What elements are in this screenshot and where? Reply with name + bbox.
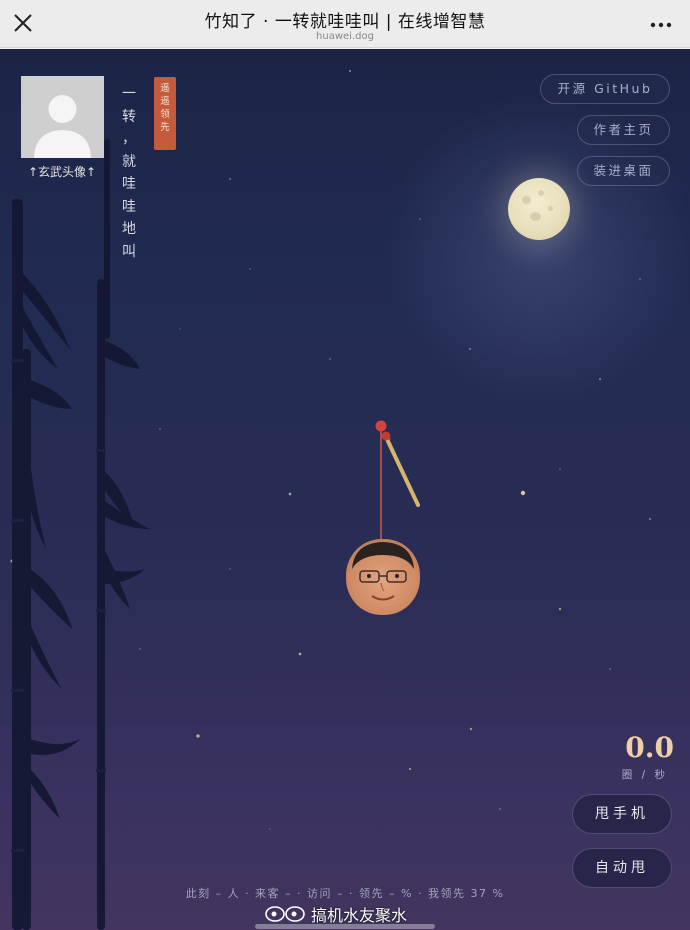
more-icon[interactable] [648, 12, 674, 34]
page-domain: huawei.dog [316, 31, 374, 42]
lead-badge-char: 遥 [160, 83, 170, 94]
add-to-desktop-button[interactable]: 装进桌面 [577, 156, 670, 186]
tagline-char: 叫 [122, 243, 136, 260]
home-indicator [255, 924, 435, 929]
tagline-char: 转 [122, 108, 136, 125]
lead-badge-char: 遥 [160, 96, 170, 107]
tagline-char: 哇 [122, 198, 136, 215]
shake-phone-button[interactable]: 甩手机 [572, 794, 672, 834]
match-stick [384, 435, 420, 507]
lead-badge-char: 领 [160, 109, 170, 120]
visitor-stats: 此刻 – 人 · 来客 – · 访问 – · 领先 – % · 我领先 37 % [185, 887, 505, 900]
tagline-char: 哇 [122, 176, 136, 192]
moon [508, 178, 570, 240]
avatar-label: ↑玄武头像↑ [27, 165, 97, 179]
avatar[interactable] [21, 76, 104, 158]
open-source-github-button[interactable]: 开源 GitHub [540, 74, 670, 104]
watermark-text: 搞机水友聚水 [311, 906, 408, 925]
lead-badge: 遥 遥 领 先 [154, 77, 176, 150]
tagline-char: ， [122, 131, 136, 147]
weibo-logo-icon [265, 906, 305, 922]
browser-top-bar: 竹知了 · 一转就哇哇叫 | 在线增智慧 huawei.dog [0, 0, 690, 48]
spin-speed-unit: 圈 / 秒 [621, 769, 668, 781]
tagline-vertical: 一 转 ， 就 哇 哇 地 叫 [118, 83, 140, 263]
spinning-face[interactable] [346, 539, 420, 615]
match-head [375, 420, 387, 432]
auto-spin-button[interactable]: 自动甩 [572, 848, 672, 888]
lead-badge-char: 先 [160, 122, 170, 133]
page-title: 竹知了 · 一转就哇哇叫 | 在线增智慧 [204, 12, 486, 32]
tagline-char: 就 [122, 153, 136, 170]
game-scene: ↑玄武头像↑ 一 转 ， 就 哇 哇 地 叫 遥 遥 领 先 开源 GitHub… [0, 49, 690, 930]
spin-speed-value: 0.0 [625, 731, 674, 764]
tagline-char: 一 [122, 86, 136, 102]
author-homepage-button[interactable]: 作者主页 [577, 115, 670, 145]
avatar-placeholder-icon [21, 76, 104, 158]
watermark: 搞机水友聚水 [265, 901, 455, 925]
tagline-char: 地 [122, 221, 136, 237]
